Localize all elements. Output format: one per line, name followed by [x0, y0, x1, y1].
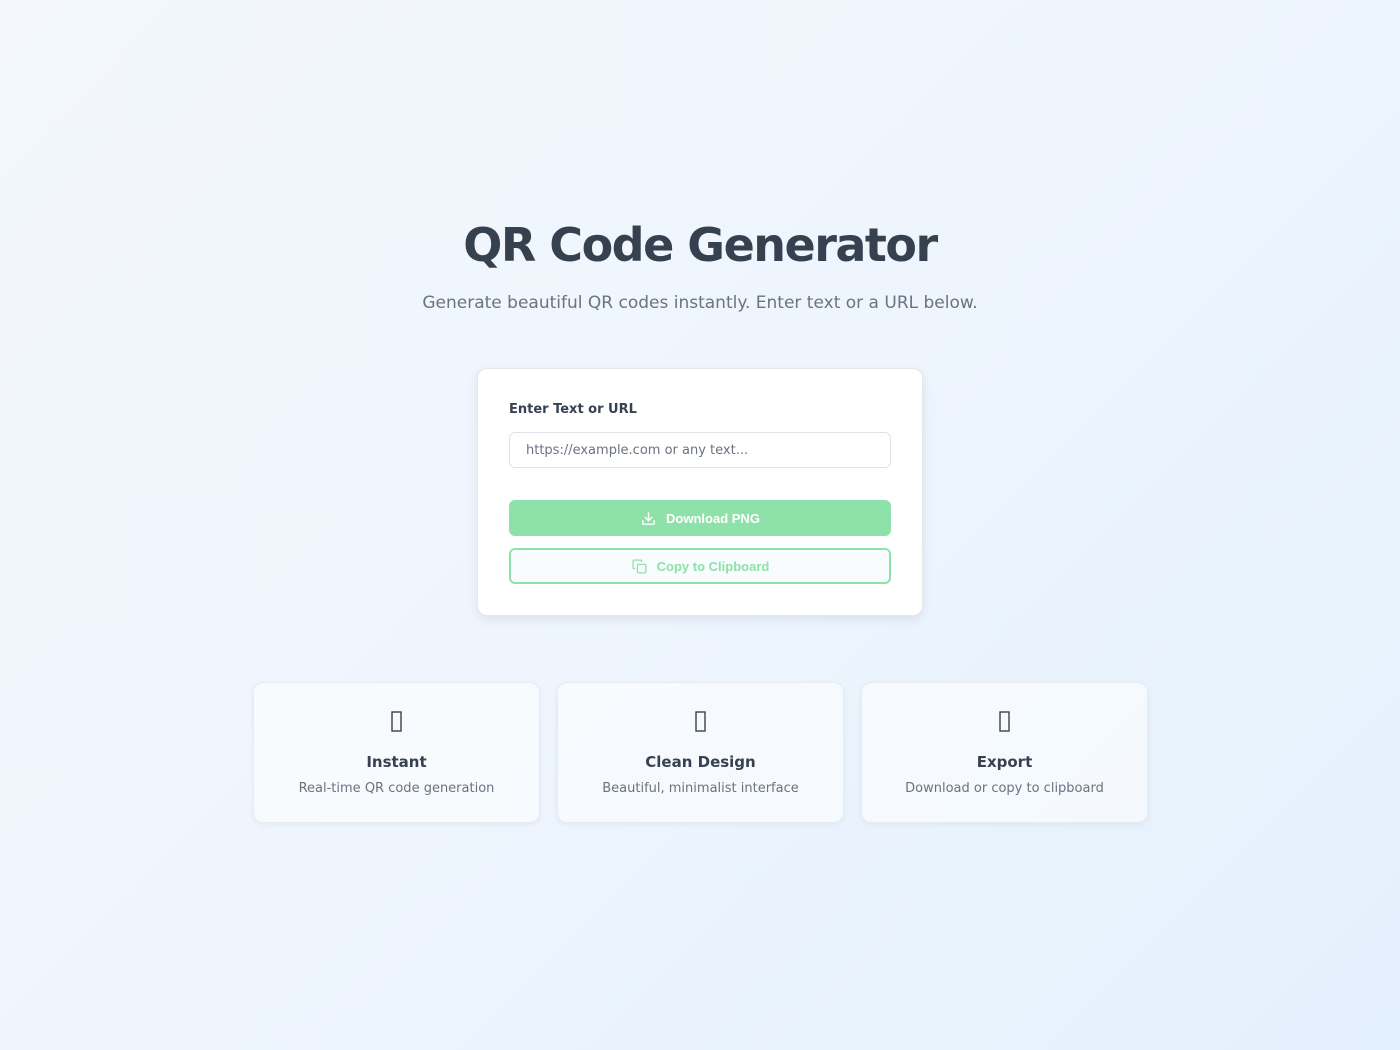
page-title: QR Code Generator [463, 218, 938, 272]
missing-glyph-icon [558, 711, 843, 732]
copy-to-clipboard-button[interactable]: Copy to Clipboard [509, 548, 891, 584]
feature-description: Real-time QR code generation [298, 781, 495, 796]
download-png-label: Download PNG [666, 510, 760, 526]
feature-title: Instant [366, 753, 427, 771]
missing-glyph-icon [254, 711, 539, 732]
feature-title: Export [976, 753, 1033, 771]
feature-card-export: Export Download or copy to clipboard [861, 682, 1148, 823]
generator-card: Enter Text or URL Download PNG Copy to C… [477, 368, 923, 616]
feature-description: Download or copy to clipboard [905, 781, 1104, 796]
copy-icon [631, 558, 648, 575]
page: QR Code Generator Generate beautiful QR … [0, 0, 1400, 1050]
copy-to-clipboard-label: Copy to Clipboard [656, 558, 770, 574]
text-input-label: Enter Text or URL [509, 402, 637, 417]
feature-title: Clean Design [645, 753, 756, 771]
text-input[interactable] [509, 432, 891, 468]
feature-card-instant: Instant Real-time QR code generation [253, 682, 540, 823]
missing-glyph-icon [862, 711, 1147, 732]
download-icon [640, 510, 657, 527]
feature-card-clean-design: Clean Design Beautiful, minimalist inter… [557, 682, 844, 823]
page-subtitle: Generate beautiful QR codes instantly. E… [422, 293, 978, 313]
feature-description: Beautiful, minimalist interface [602, 781, 799, 796]
download-png-button[interactable]: Download PNG [509, 500, 891, 536]
